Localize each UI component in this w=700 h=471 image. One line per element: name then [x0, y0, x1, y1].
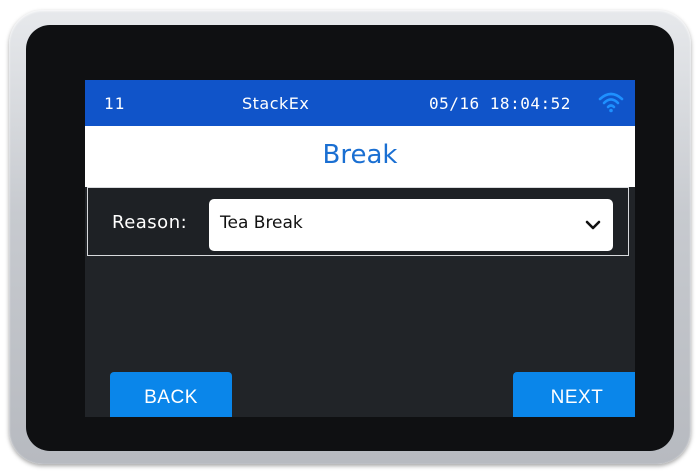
next-button[interactable]: NEXT [513, 372, 635, 417]
title-bar: Break [85, 126, 635, 187]
app-name: StackEx [242, 94, 310, 113]
device-frame: 11 StackEx 05/16 18:04:52 Break Reason: … [9, 10, 691, 464]
page-title: Break [322, 140, 398, 170]
device-bezel: 11 StackEx 05/16 18:04:52 Break Reason: … [26, 25, 674, 451]
terminal-id: 11 [104, 94, 126, 113]
reason-select-value: Tea Break [220, 213, 303, 233]
reason-row: Reason: Tea Break [87, 187, 629, 256]
wifi-icon [598, 92, 624, 113]
chevron-down-icon [585, 220, 601, 230]
screen: 11 StackEx 05/16 18:04:52 Break Reason: … [85, 80, 635, 417]
status-bar: 11 StackEx 05/16 18:04:52 [85, 80, 635, 126]
reason-select[interactable]: Tea Break [209, 199, 613, 251]
reason-label: Reason: [112, 212, 188, 233]
status-datetime: 05/16 18:04:52 [429, 94, 571, 113]
back-button[interactable]: BACK [110, 372, 232, 417]
